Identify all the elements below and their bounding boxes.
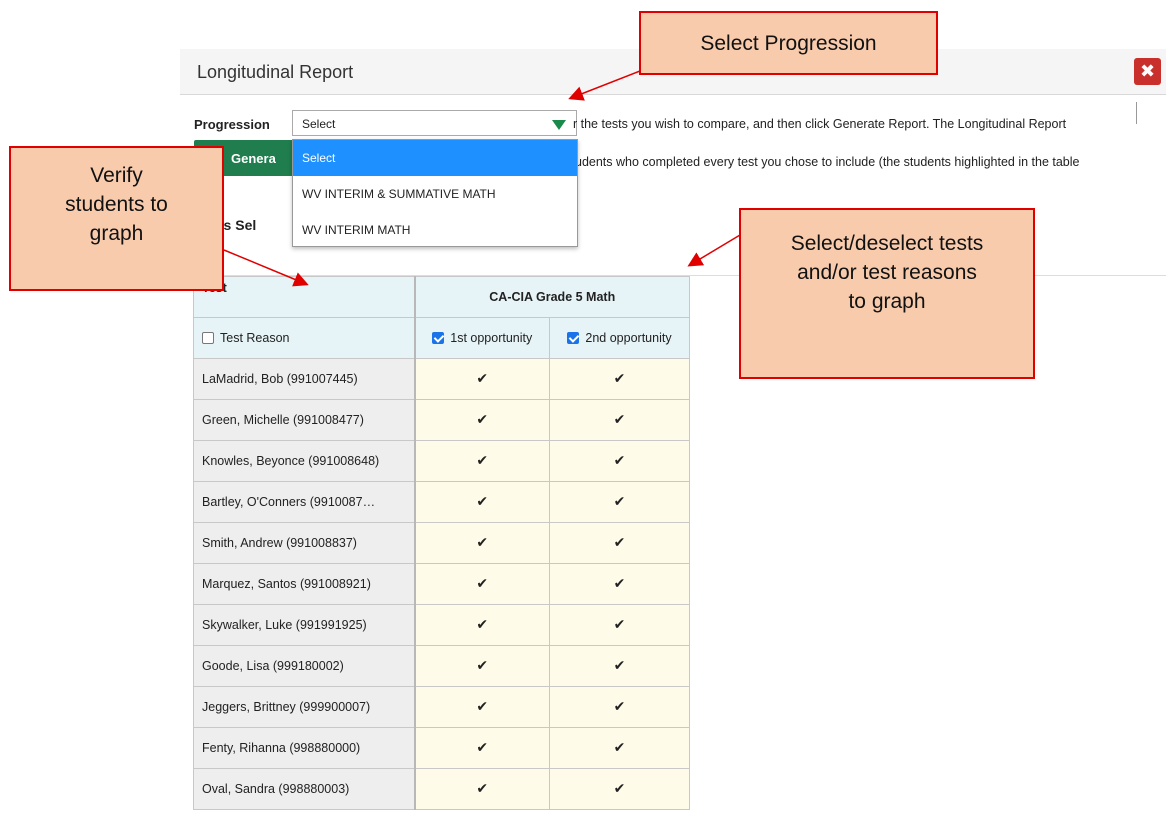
dialog-title: Longitudinal Report: [197, 62, 354, 82]
callout-select-tests: Select/deselect tests and/or test reason…: [739, 208, 1035, 379]
opportunity-2-checkbox[interactable]: [567, 332, 580, 344]
checkmark-icon: ✔: [613, 535, 626, 551]
opportunity-1-cell: ✔: [413, 481, 550, 523]
test-reason-label: Test Reason: [220, 331, 290, 345]
table-row: Smith, Andrew (991008837) ✔ ✔: [193, 522, 690, 564]
checkmark-icon: ✔: [476, 371, 489, 387]
progression-select[interactable]: Select: [292, 110, 577, 136]
checkmark-icon: ✔: [476, 576, 489, 592]
opportunity-1-cell: ✔: [413, 399, 550, 441]
checkmark-icon: ✔: [613, 781, 626, 797]
callout-select-progression: Select Progression: [639, 11, 938, 75]
opportunity-1-cell: ✔: [413, 645, 550, 687]
opportunity-2-label: 2nd opportunity: [585, 331, 672, 345]
progression-label: Progression: [194, 117, 270, 132]
table-row: Skywalker, Luke (991991925) ✔ ✔: [193, 604, 690, 646]
student-name: Oval, Sandra (998880003): [193, 768, 415, 810]
checkmark-icon: ✔: [613, 453, 626, 469]
dropdown-option-interim-summative-math[interactable]: WV INTERIM & SUMMATIVE MATH: [293, 176, 577, 212]
opportunity-2-cell: ✔: [549, 399, 690, 441]
header-test: Test: [193, 276, 415, 318]
student-name: Goode, Lisa (999180002): [193, 645, 415, 687]
table-row: Green, Michelle (991008477) ✔ ✔: [193, 399, 690, 441]
checkmark-icon: ✔: [476, 535, 489, 551]
table-row: Marquez, Santos (991008921) ✔ ✔: [193, 563, 690, 605]
checkmark-icon: ✔: [476, 453, 489, 469]
table-row: LaMadrid, Bob (991007445) ✔ ✔: [193, 358, 690, 400]
opportunity-1-label: 1st opportunity: [450, 331, 533, 345]
opportunity-1-cell: ✔: [413, 686, 550, 728]
student-name: Marquez, Santos (991008921): [193, 563, 415, 605]
opportunity-1-toggle[interactable]: 1st opportunity: [413, 317, 550, 359]
header-test-category: CA-CIA Grade 5 Math: [413, 276, 690, 318]
opportunity-2-cell: ✔: [549, 440, 690, 482]
test-reason-toggle[interactable]: Test Reason: [193, 317, 415, 359]
table-row: Knowles, Beyonce (991008648) ✔ ✔: [193, 440, 690, 482]
student-name: Skywalker, Luke (991991925): [193, 604, 415, 646]
checkmark-icon: ✔: [476, 781, 489, 797]
opportunity-2-cell: ✔: [549, 522, 690, 564]
dropdown-arrow-icon: [552, 120, 566, 130]
checkmark-icon: ✔: [613, 412, 626, 428]
opportunity-2-cell: ✔: [549, 563, 690, 605]
opportunity-2-cell: ✔: [549, 481, 690, 523]
checkmark-icon: ✔: [613, 494, 626, 510]
checkmark-icon: ✔: [613, 576, 626, 592]
opportunity-1-cell: ✔: [413, 768, 550, 810]
dropdown-option-select[interactable]: Select: [293, 140, 577, 176]
students-tests-table: Test CA-CIA Grade 5 Math Test Reason 1st…: [193, 276, 690, 810]
close-icon[interactable]: ✖: [1134, 58, 1161, 85]
opportunity-2-toggle[interactable]: 2nd opportunity: [549, 317, 690, 359]
student-name: Fenty, Rihanna (998880000): [193, 727, 415, 769]
checkmark-icon: ✔: [613, 740, 626, 756]
student-name: Jeggers, Brittney (999900007): [193, 686, 415, 728]
checkmark-icon: ✔: [613, 617, 626, 633]
table-row: Bartley, O'Conners (9910087… ✔ ✔: [193, 481, 690, 523]
opportunity-1-cell: ✔: [413, 522, 550, 564]
checkmark-icon: ✔: [476, 412, 489, 428]
student-name: Bartley, O'Conners (9910087…: [193, 481, 415, 523]
instructions-line-1: r the tests you wish to compare, and the…: [573, 117, 1067, 131]
arrow-to-tests: [687, 231, 746, 267]
checkmark-icon: ✔: [613, 658, 626, 674]
table-row: Oval, Sandra (998880003) ✔ ✔: [193, 768, 690, 810]
progression-select-value: Select: [302, 117, 336, 131]
table-row: Goode, Lisa (999180002) ✔ ✔: [193, 645, 690, 687]
checkmark-icon: ✔: [613, 371, 626, 387]
checkmark-icon: ✔: [476, 494, 489, 510]
opportunity-2-cell: ✔: [549, 645, 690, 687]
divider: [1136, 102, 1137, 124]
instructions-line-2: udents who completed every test you chos…: [575, 155, 1080, 169]
progression-dropdown: Select WV INTERIM & SUMMATIVE MATH WV IN…: [292, 139, 578, 247]
student-name: Green, Michelle (991008477): [193, 399, 415, 441]
opportunity-1-cell: ✔: [413, 563, 550, 605]
student-name: Knowles, Beyonce (991008648): [193, 440, 415, 482]
checkmark-icon: ✔: [476, 617, 489, 633]
opportunity-2-cell: ✔: [549, 604, 690, 646]
opportunity-1-checkbox[interactable]: [432, 332, 445, 344]
opportunity-1-cell: ✔: [413, 440, 550, 482]
opportunity-1-cell: ✔: [413, 358, 550, 400]
opportunity-1-cell: ✔: [413, 604, 550, 646]
student-name: LaMadrid, Bob (991007445): [193, 358, 415, 400]
opportunity-2-cell: ✔: [549, 768, 690, 810]
checkmark-icon: ✔: [476, 658, 489, 674]
test-reason-checkbox[interactable]: [202, 332, 214, 344]
table-row: Fenty, Rihanna (998880000) ✔ ✔: [193, 727, 690, 769]
checkmark-icon: ✔: [476, 740, 489, 756]
opportunity-2-cell: ✔: [549, 686, 690, 728]
checkmark-icon: ✔: [476, 699, 489, 715]
student-name: Smith, Andrew (991008837): [193, 522, 415, 564]
opportunity-2-cell: ✔: [549, 727, 690, 769]
callout-verify-students: Verify students to graph: [9, 146, 224, 291]
generate-report-label: Genera: [231, 151, 276, 166]
opportunity-2-cell: ✔: [549, 358, 690, 400]
table-row: Jeggers, Brittney (999900007) ✔ ✔: [193, 686, 690, 728]
dropdown-option-interim-math[interactable]: WV INTERIM MATH: [293, 212, 577, 248]
opportunity-1-cell: ✔: [413, 727, 550, 769]
checkmark-icon: ✔: [613, 699, 626, 715]
